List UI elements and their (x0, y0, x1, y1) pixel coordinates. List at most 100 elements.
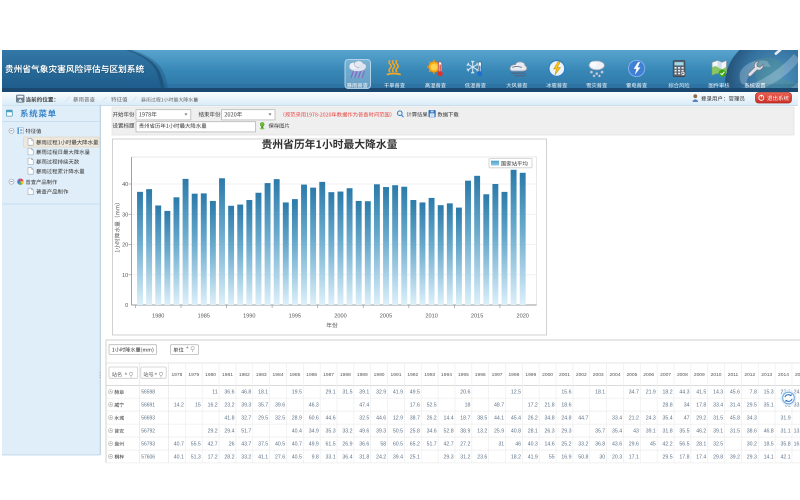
svg-text:2003: 2003 (593, 372, 604, 378)
svg-text:38.7: 38.7 (410, 416, 420, 422)
svg-text:29.5: 29.5 (747, 403, 757, 409)
svg-text:19.5: 19.5 (292, 390, 302, 396)
svg-text:43.7: 43.7 (241, 441, 251, 447)
svg-text:41.9: 41.9 (528, 454, 538, 460)
svg-text:2005: 2005 (626, 372, 637, 378)
svg-text:1997: 1997 (492, 372, 503, 378)
svg-text:31.8: 31.8 (359, 454, 369, 460)
svg-text:18.2: 18.2 (511, 454, 521, 460)
svg-text:17.2: 17.2 (528, 403, 538, 409)
svg-text:2015: 2015 (471, 313, 483, 319)
svg-text:31.4: 31.4 (730, 403, 740, 409)
svg-text:40.3: 40.3 (528, 441, 538, 447)
svg-text:14.4: 14.4 (443, 416, 453, 422)
svg-text:26.2: 26.2 (427, 416, 437, 422)
svg-text:26: 26 (229, 441, 235, 447)
svg-text:45.4: 45.4 (511, 416, 521, 422)
svg-text:18.1: 18.1 (258, 390, 268, 396)
svg-text:35.7: 35.7 (258, 403, 268, 409)
svg-text:33.2: 33.2 (342, 429, 352, 435)
svg-text:29.2: 29.2 (696, 416, 706, 422)
svg-text:31.5: 31.5 (713, 416, 723, 422)
svg-text:36.4: 36.4 (342, 454, 352, 460)
svg-text:49.5: 49.5 (410, 390, 420, 396)
svg-text:31.5: 31.5 (730, 429, 740, 435)
svg-text:49.6: 49.6 (359, 429, 369, 435)
svg-text:17.8: 17.8 (696, 403, 706, 409)
svg-text:1986: 1986 (306, 372, 317, 378)
svg-text:56693: 56693 (141, 416, 155, 422)
svg-text:39.6: 39.6 (275, 403, 285, 409)
svg-text:42.1: 42.1 (780, 454, 790, 460)
svg-text:61.5: 61.5 (325, 441, 335, 447)
svg-text:39.3: 39.3 (241, 403, 251, 409)
svg-text:40.7: 40.7 (174, 441, 184, 447)
svg-text:17.8: 17.8 (679, 454, 689, 460)
svg-text:44.3: 44.3 (679, 390, 689, 396)
svg-text:12.5: 12.5 (511, 390, 521, 396)
svg-text:2007: 2007 (660, 372, 671, 378)
svg-text:23.6: 23.6 (477, 454, 487, 460)
svg-text:1981: 1981 (222, 372, 233, 378)
svg-text:2009: 2009 (694, 372, 705, 378)
svg-text:39.2: 39.2 (730, 454, 740, 460)
svg-text:2006: 2006 (643, 372, 654, 378)
svg-text:57606: 57606 (141, 454, 155, 460)
svg-text:35.3: 35.3 (325, 429, 335, 435)
svg-text:2011: 2011 (728, 372, 739, 378)
svg-text:18.2: 18.2 (662, 390, 672, 396)
svg-text:60.6: 60.6 (309, 416, 319, 422)
svg-text:28.1: 28.1 (696, 441, 706, 447)
svg-text:35.8: 35.8 (780, 441, 790, 447)
svg-text:28.9: 28.9 (292, 416, 302, 422)
svg-text:51.7: 51.7 (241, 429, 251, 435)
svg-text:42.7: 42.7 (208, 441, 218, 447)
svg-text:31.8: 31.8 (662, 429, 672, 435)
svg-text:56691: 56691 (141, 403, 155, 409)
svg-text:40: 40 (122, 182, 128, 188)
svg-text:2010: 2010 (711, 372, 722, 378)
svg-text:21.8: 21.8 (544, 403, 554, 409)
svg-text:2002: 2002 (576, 372, 587, 378)
svg-text:34.8: 34.8 (544, 416, 554, 422)
svg-text:32.5: 32.5 (359, 416, 369, 422)
svg-text:47: 47 (684, 416, 690, 422)
svg-text:49.9: 49.9 (309, 441, 319, 447)
svg-text:25.8: 25.8 (410, 429, 420, 435)
svg-text:56.5: 56.5 (679, 441, 689, 447)
svg-text:11: 11 (212, 390, 217, 396)
svg-text:20: 20 (122, 243, 128, 249)
svg-text:58: 58 (380, 441, 386, 447)
svg-text:29.5: 29.5 (662, 454, 672, 460)
svg-text:2001: 2001 (559, 372, 570, 378)
svg-text:17.4: 17.4 (696, 454, 706, 460)
svg-text:18: 18 (465, 403, 471, 409)
svg-text:18.5: 18.5 (764, 441, 774, 447)
svg-text:2015: 2015 (795, 372, 800, 378)
svg-text:23.2: 23.2 (224, 403, 234, 409)
svg-text:1999: 1999 (525, 372, 536, 378)
svg-text:27.6: 27.6 (275, 454, 285, 460)
svg-text:36.6: 36.6 (359, 441, 369, 447)
svg-text:36.6: 36.6 (224, 390, 234, 396)
svg-text:32.7: 32.7 (241, 416, 251, 422)
svg-text:1979: 1979 (188, 372, 199, 378)
svg-text:55.5: 55.5 (191, 441, 201, 447)
svg-text:38.9: 38.9 (460, 429, 470, 435)
svg-text:25.9: 25.9 (494, 429, 504, 435)
svg-text:20.3: 20.3 (612, 454, 622, 460)
svg-text:41.8: 41.8 (224, 416, 234, 422)
svg-text:20.6: 20.6 (460, 390, 470, 396)
svg-text:1991: 1991 (391, 372, 402, 378)
svg-text:29.3: 29.3 (561, 429, 571, 435)
svg-text:1994: 1994 (441, 372, 452, 378)
svg-text:2000: 2000 (542, 372, 553, 378)
svg-text:31.9: 31.9 (780, 416, 790, 422)
svg-text:31.5: 31.5 (342, 390, 352, 396)
svg-text:1998: 1998 (508, 372, 519, 378)
svg-text:42.2: 42.2 (662, 441, 672, 447)
svg-text:2004: 2004 (610, 372, 621, 378)
svg-text:2010: 2010 (425, 313, 437, 319)
svg-text:30: 30 (122, 212, 128, 218)
svg-text:2014: 2014 (778, 372, 789, 378)
